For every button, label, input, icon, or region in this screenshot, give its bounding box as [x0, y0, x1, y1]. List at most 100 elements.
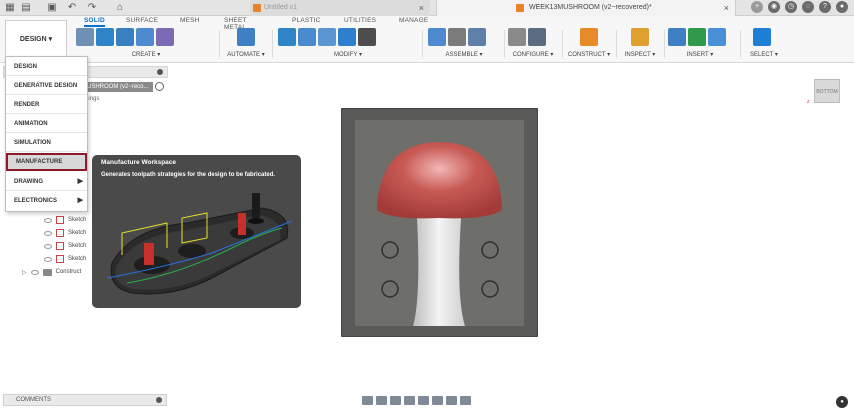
orbit-icon[interactable]	[362, 395, 373, 405]
insert-tool-icon[interactable]	[688, 28, 706, 46]
close-tab-icon[interactable]: ×	[419, 0, 424, 16]
list-item[interactable]: Sketch	[44, 228, 86, 238]
create-tool-icon[interactable]	[76, 28, 94, 46]
create-tool-icon[interactable]	[156, 28, 174, 46]
inspect-group[interactable]: INSPECT ▾	[620, 28, 660, 60]
tab-manage[interactable]: MANAGE	[399, 17, 428, 24]
create-tool-icon[interactable]	[136, 28, 154, 46]
display-settings-icon[interactable]	[432, 395, 443, 405]
document-tab-untitled[interactable]: Untitled v1 ×	[250, 0, 430, 16]
new-tab-icon[interactable]: +	[751, 1, 763, 13]
assemble-group[interactable]: ASSEMBLE ▾	[428, 28, 500, 60]
create-menu-label[interactable]: CREATE ▾	[76, 51, 216, 58]
job-status-icon[interactable]: ◷	[785, 1, 797, 13]
viewports-icon[interactable]	[460, 395, 471, 405]
menu-item-manufacture[interactable]: MANUFACTURE	[6, 153, 87, 171]
select-menu-label[interactable]: SELECT ▾	[746, 51, 782, 58]
save-icon[interactable]: ▣	[46, 2, 58, 14]
list-item[interactable]: Sketch	[44, 215, 86, 225]
tab-plastic[interactable]: PLASTIC	[292, 17, 321, 24]
visibility-eye-icon[interactable]	[44, 217, 52, 223]
modify-tool-icon[interactable]	[338, 28, 356, 46]
folder-icon	[42, 268, 52, 276]
configure-tool-icon[interactable]	[528, 28, 546, 46]
extensions-icon[interactable]: ◉	[768, 1, 780, 13]
close-tab-icon[interactable]: ×	[724, 0, 729, 16]
select-tool-icon[interactable]	[753, 28, 771, 46]
select-group[interactable]: SELECT ▾	[746, 28, 782, 60]
create-tool-icon[interactable]	[116, 28, 134, 46]
menu-item-electronics[interactable]: ELECTRONICS ▶	[6, 192, 87, 210]
redo-icon[interactable]: ↷	[86, 2, 98, 14]
configure-tool-icon[interactable]	[508, 28, 526, 46]
file-menu-icon[interactable]: ▤	[20, 2, 32, 14]
add-comment-icon[interactable]	[156, 397, 162, 403]
list-item[interactable]: Sketch	[44, 241, 86, 251]
automate-group[interactable]: AUTOMATE ▾	[224, 28, 268, 60]
look-at-icon[interactable]	[376, 395, 387, 405]
app-grid-icon[interactable]: ▦	[4, 2, 16, 14]
expand-caret-icon[interactable]: ▷	[22, 269, 27, 276]
tab-surface[interactable]: SURFACE	[126, 17, 158, 24]
visibility-eye-icon[interactable]	[30, 269, 39, 275]
menu-item-design[interactable]: DESIGN	[6, 58, 87, 76]
activate-radio-icon[interactable]	[155, 82, 164, 91]
modify-tool-icon[interactable]	[298, 28, 316, 46]
visibility-eye-icon[interactable]	[44, 230, 52, 236]
construct-tool-icon[interactable]	[580, 28, 598, 46]
construct-menu-label[interactable]: CONSTRUCT ▾	[566, 51, 612, 58]
insert-menu-label[interactable]: INSERT ▾	[668, 51, 732, 58]
status-badge[interactable]: ●	[836, 396, 848, 408]
menu-item-generative-design[interactable]: GENERATIVE DESIGN	[6, 77, 87, 95]
viewcube[interactable]: BOTTOM	[814, 79, 840, 103]
insert-group[interactable]: INSERT ▾	[668, 28, 732, 60]
notifications-icon[interactable]: ◌	[802, 1, 814, 13]
create-group[interactable]: CREATE ▾	[76, 28, 216, 60]
sketch-label: Sketch	[68, 243, 87, 249]
modify-tool-icon[interactable]	[358, 28, 376, 46]
assemble-tool-icon[interactable]	[428, 28, 446, 46]
account-icon[interactable]: ●	[836, 1, 848, 13]
tab-utilities[interactable]: UTILITIES	[344, 17, 376, 24]
workspace-switcher-button[interactable]: DESIGN ▾	[5, 20, 67, 58]
list-item[interactable]: ▷ Construct	[22, 267, 81, 277]
menu-item-animation[interactable]: ANIMATION	[6, 115, 87, 133]
assemble-tool-icon[interactable]	[468, 28, 486, 46]
inspect-menu-label[interactable]: INSPECT ▾	[620, 51, 660, 58]
document-tab-mushroom[interactable]: WEEK13MUSHROOM (v2~recovered)* ×	[436, 0, 736, 16]
configure-group[interactable]: CONFIGURE ▾	[508, 28, 558, 60]
tab-solid[interactable]: SOLID	[84, 17, 105, 27]
assemble-menu-label[interactable]: ASSEMBLE ▾	[428, 51, 500, 58]
modify-menu-label[interactable]: MODIFY ▾	[278, 51, 418, 58]
inspect-tool-icon[interactable]	[631, 28, 649, 46]
insert-tool-icon[interactable]	[668, 28, 686, 46]
automate-menu-label[interactable]: AUTOMATE ▾	[224, 51, 268, 58]
automate-tool-icon[interactable]	[237, 28, 255, 46]
construct-group[interactable]: CONSTRUCT ▾	[566, 28, 612, 60]
insert-tool-icon[interactable]	[708, 28, 726, 46]
help-icon[interactable]: ?	[819, 1, 831, 13]
undo-icon[interactable]: ↶	[66, 2, 78, 14]
comments-panel-header[interactable]: COMMENTS	[3, 394, 167, 406]
zoom-icon[interactable]	[404, 395, 415, 405]
home-icon[interactable]: ⌂	[114, 2, 126, 14]
tab-mesh[interactable]: MESH	[180, 17, 200, 24]
menu-item-drawing[interactable]: DRAWING ▶	[6, 173, 87, 191]
visibility-eye-icon[interactable]	[44, 243, 52, 249]
list-item[interactable]: Sketch	[44, 254, 86, 264]
root-component-row[interactable]: USHROOM (v2~reco...	[85, 82, 153, 92]
mushroom-mold-model[interactable]	[341, 108, 538, 337]
grid-settings-icon[interactable]	[446, 395, 457, 405]
modify-tool-icon[interactable]	[278, 28, 296, 46]
modify-tool-icon[interactable]	[318, 28, 336, 46]
create-tool-icon[interactable]	[96, 28, 114, 46]
visibility-eye-icon[interactable]	[44, 256, 52, 262]
menu-item-render[interactable]: RENDER	[6, 96, 87, 114]
assemble-tool-icon[interactable]	[448, 28, 466, 46]
fit-icon[interactable]	[418, 395, 429, 405]
browser-options-icon[interactable]	[157, 69, 163, 75]
configure-menu-label[interactable]: CONFIGURE ▾	[508, 51, 558, 58]
menu-item-simulation[interactable]: SIMULATION	[6, 134, 87, 152]
modify-group[interactable]: MODIFY ▾	[278, 28, 418, 60]
pan-icon[interactable]	[390, 395, 401, 405]
